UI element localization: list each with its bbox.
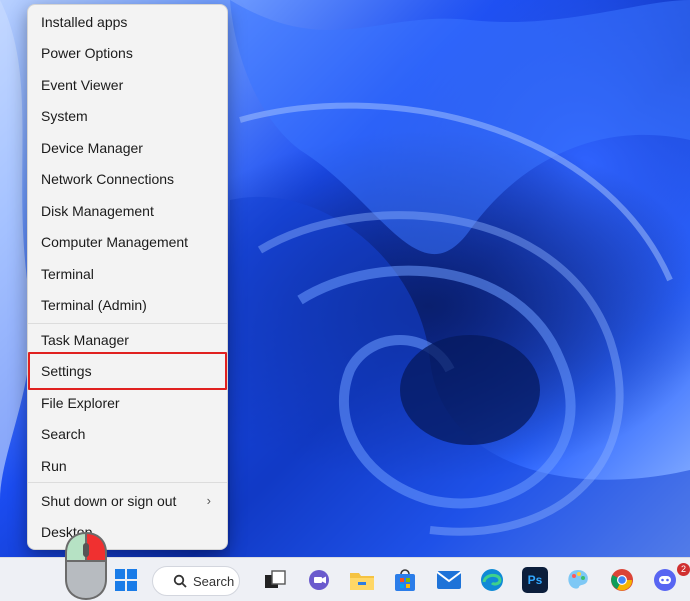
- taskbar-search-box[interactable]: Search: [152, 566, 240, 596]
- menu-item-power-options[interactable]: Power Options: [28, 38, 227, 68]
- photoshop-icon[interactable]: Ps: [522, 567, 548, 593]
- windows-start-icon[interactable]: [113, 567, 139, 593]
- menu-item-terminal[interactable]: Terminal: [28, 259, 227, 289]
- search-icon: [173, 574, 187, 588]
- menu-item-file-explorer[interactable]: File Explorer: [28, 388, 227, 418]
- mail-icon[interactable]: [436, 567, 462, 593]
- menu-item-device-manager[interactable]: Device Manager: [28, 133, 227, 163]
- menu-item-event-viewer[interactable]: Event Viewer: [28, 70, 227, 100]
- menu-item-search[interactable]: Search: [28, 419, 227, 449]
- teams-chat-icon[interactable]: [306, 567, 332, 593]
- chevron-right-icon: ›: [206, 493, 211, 508]
- edge-icon[interactable]: [479, 567, 505, 593]
- menu-item-desktop[interactable]: Desktop: [28, 517, 227, 547]
- menu-item-computer-management[interactable]: Computer Management: [28, 227, 227, 257]
- settings-highlight-box: [28, 352, 227, 390]
- menu-item-terminal-admin[interactable]: Terminal (Admin): [28, 290, 227, 320]
- menu-item-installed-apps[interactable]: Installed apps: [28, 7, 227, 37]
- paint-icon[interactable]: [565, 567, 591, 593]
- menu-item-label: Shut down or sign out: [41, 493, 177, 509]
- microsoft-store-icon[interactable]: [392, 567, 418, 593]
- mouse-right-click-icon: [65, 531, 107, 601]
- discord-icon[interactable]: [652, 567, 678, 593]
- menu-item-task-manager[interactable]: Task Manager: [28, 325, 227, 355]
- menu-item-shut-down-or-sign-out[interactable]: Shut down or sign out ›: [28, 486, 227, 516]
- quick-link-menu: Installed apps Power Options Event Viewe…: [27, 4, 228, 550]
- menu-separator: [28, 482, 227, 483]
- discord-notification-badge: 2: [677, 563, 690, 576]
- menu-separator: [28, 323, 227, 324]
- search-label: Search: [193, 573, 235, 589]
- task-view-icon[interactable]: [262, 567, 288, 593]
- menu-item-run[interactable]: Run: [28, 451, 227, 481]
- menu-item-disk-management[interactable]: Disk Management: [28, 196, 227, 226]
- menu-item-network-connections[interactable]: Network Connections: [28, 164, 227, 194]
- chrome-icon[interactable]: [609, 567, 635, 593]
- menu-item-system[interactable]: System: [28, 101, 227, 131]
- file-explorer-icon[interactable]: [349, 567, 375, 593]
